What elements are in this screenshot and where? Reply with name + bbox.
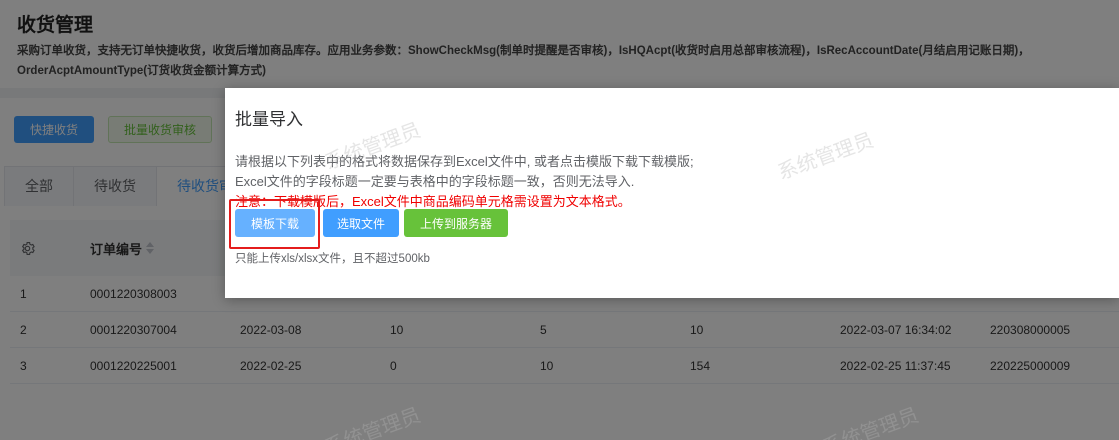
upload-tip: 只能上传xls/xlsx文件，且不超过500kb [235, 253, 430, 265]
dialog-instruction-2: Excel文件的字段标题一定要与表格中的字段标题一致，否则无法导入. [235, 174, 635, 189]
choose-file-button[interactable]: 选取文件 [323, 209, 399, 237]
upload-to-server-button[interactable]: 上传到服务器 [404, 209, 508, 237]
dialog-instruction-1: 请根据以下列表中的格式将数据保存到Excel文件中, 或者点击模版下载下载模版; [235, 154, 694, 169]
annotation-highlight-box [229, 199, 320, 249]
batch-import-dialog: 批量导入 请根据以下列表中的格式将数据保存到Excel文件中, 或者点击模版下载… [225, 88, 1119, 298]
dialog-title: 批量导入 [235, 110, 303, 129]
